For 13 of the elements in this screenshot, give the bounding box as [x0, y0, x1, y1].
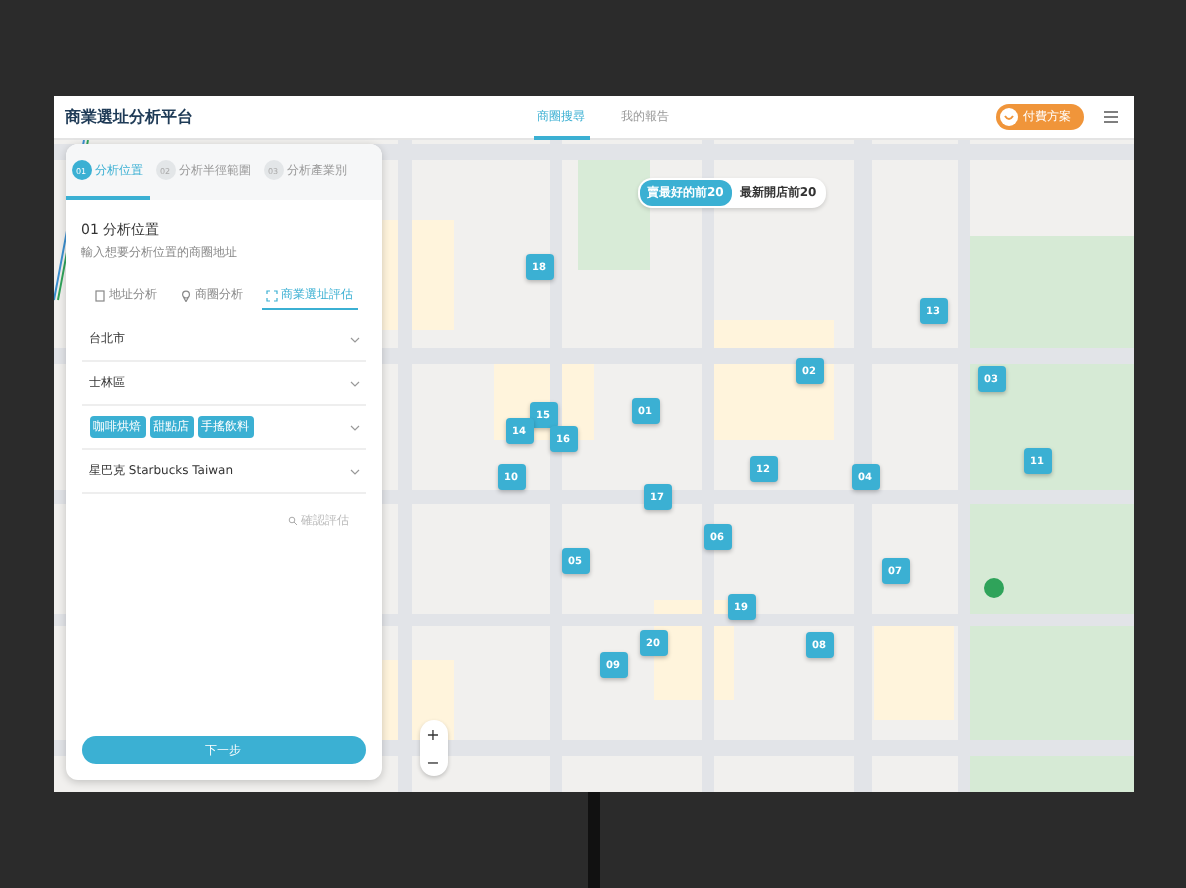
- menu-icon[interactable]: [1103, 110, 1117, 124]
- chevron-down-icon: [349, 379, 359, 387]
- pin-icon: [179, 289, 191, 301]
- chevron-down-icon: [349, 335, 359, 343]
- zoom-out-button[interactable]: −: [419, 748, 447, 776]
- app-title: 商業選址分析平台: [65, 106, 193, 128]
- search-icon: [287, 516, 297, 526]
- chevron-down-icon: [349, 423, 359, 431]
- scan-icon: [265, 289, 277, 301]
- chevron-down-icon: [349, 467, 359, 475]
- monitor-stand: [587, 792, 599, 888]
- zoom-in-button[interactable]: +: [419, 720, 447, 748]
- document-icon: [93, 289, 105, 301]
